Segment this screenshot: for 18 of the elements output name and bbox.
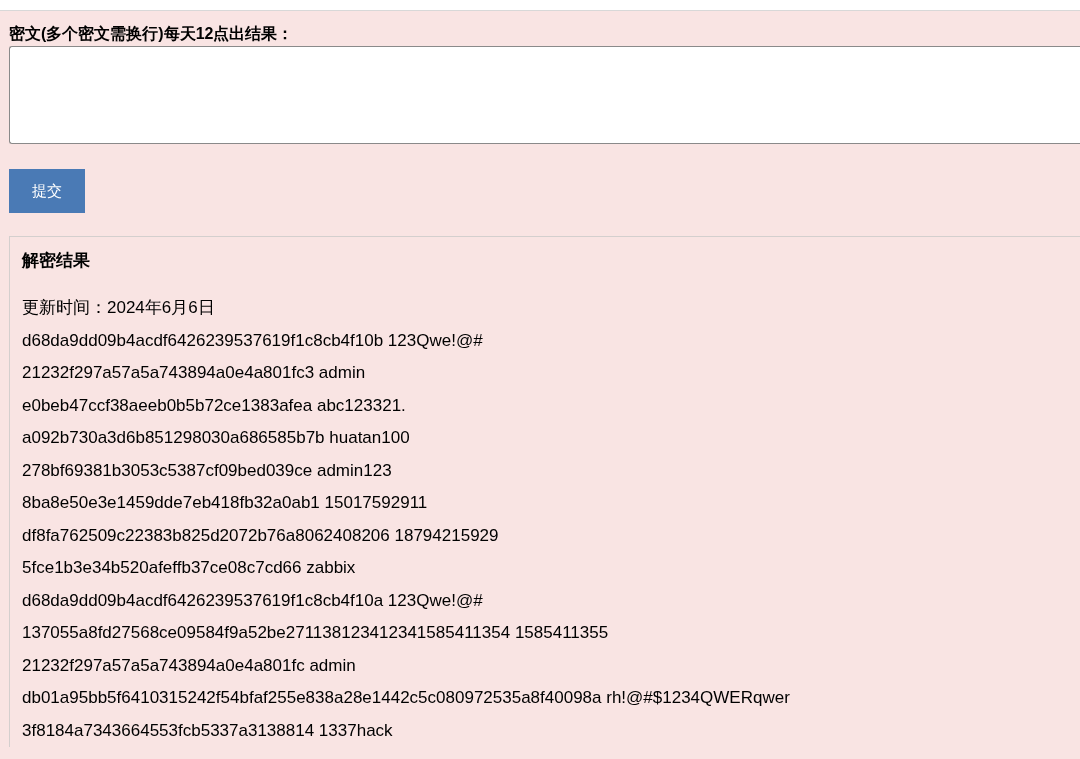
result-line: 278bf69381b3053c5387cf09bed039ce admin123	[22, 459, 392, 482]
result-line: df8fa762509c22383b825d2072b76a8062408206 18794215929	[22, 524, 499, 547]
result-line: d68da9dd09b4acdf6426239537619f1c8cb4f10a 123Qwe!@#	[22, 589, 483, 612]
result-line: 5fce1b3e34b520afeffb37ce08c7cd66 zabbix	[22, 557, 356, 579]
result-line: db01a95bb5f6410315242f54bfaf255e838a28e1442c5c080972535a8f40098a rh!@#$1234QWERqwer	[22, 687, 790, 709]
result-line: 3f8184a7343664553fcb5337a3138814 1337hack	[22, 719, 393, 742]
result-line: 137055a8fd27568ce09584f9a52be271138123412341585411354 1585411355	[22, 622, 609, 644]
result-line: d68da9dd09b4acdf6426239537619f1c8cb4f10b 123Qwe!@#	[22, 329, 483, 352]
update-time-text: 更新时间：2024年6月6日	[22, 297, 215, 319]
field-label: 密文(多个密文需换行)每天12点出结果：	[9, 24, 294, 44]
result-line: 21232f297a57a5a743894a0e4a801fc3 admin	[22, 362, 366, 384]
cipher-input-field[interactable]	[9, 46, 1080, 144]
result-line: a092b730a3d6b851298030a686585b7b huatan100	[22, 427, 410, 449]
result-line: e0beb47ccf38aeeb0b5b72ce1383afea abc123321.	[22, 394, 406, 417]
panel-title: 解密结果	[22, 250, 90, 272]
submit-button[interactable]: 提交	[9, 169, 85, 213]
result-line: 8ba8e50e3e1459dde7eb418fb32a0ab1 15017592911	[22, 492, 428, 514]
result-line: 21232f297a57a5a743894a0e4a801fc admin	[22, 654, 356, 677]
